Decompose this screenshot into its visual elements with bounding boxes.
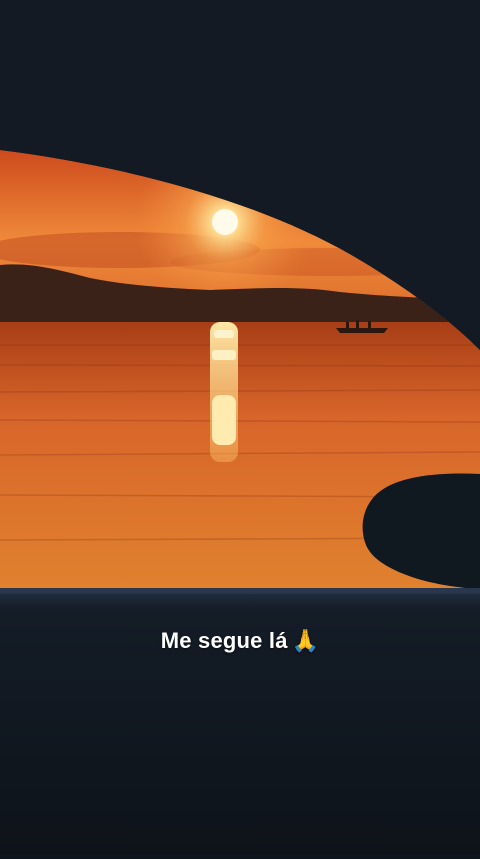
reflection-glint — [212, 395, 236, 445]
video-frame: Me segue lá 🙏 — [0, 0, 480, 854]
sunset-scene — [0, 0, 480, 854]
caption-text: Me segue lá 🙏 — [0, 628, 480, 654]
caption-label: Me segue lá — [160, 628, 288, 653]
sun — [212, 209, 238, 235]
reflection-glint — [214, 330, 234, 338]
reflection-glint — [212, 350, 236, 360]
praying-hands-icon: 🙏 — [291, 629, 320, 654]
door-edge — [0, 588, 480, 594]
